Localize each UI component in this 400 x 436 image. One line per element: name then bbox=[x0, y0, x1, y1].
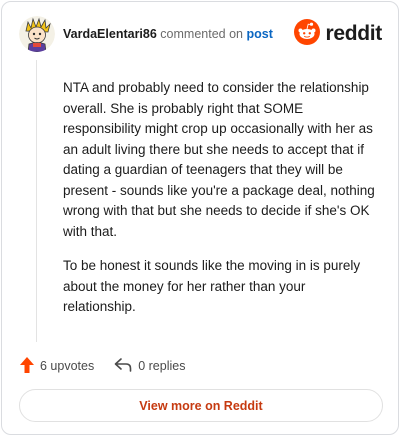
upvotes-count: 6 upvotes bbox=[40, 359, 95, 373]
user-avatar[interactable] bbox=[19, 16, 55, 52]
comment-actions: 6 upvotes 0 replies bbox=[20, 356, 185, 376]
comment-paragraph: NTA and probably need to consider the re… bbox=[63, 80, 375, 239]
reddit-logo[interactable]: reddit bbox=[294, 18, 382, 50]
comment-body: NTA and probably need to consider the re… bbox=[63, 78, 381, 332]
thread-line bbox=[36, 60, 37, 342]
replies-button[interactable]: 0 replies bbox=[114, 357, 186, 375]
view-more-button[interactable]: View more on Reddit bbox=[19, 389, 383, 422]
comment-paragraph: To be honest it sounds like the moving i… bbox=[63, 258, 361, 314]
reddit-snoo-icon bbox=[294, 18, 321, 50]
comment-header: VardaElentari86 commented on post reddit bbox=[19, 16, 384, 52]
upvote-arrow-icon bbox=[20, 356, 34, 376]
comment-meta: VardaElentari86 commented on post bbox=[63, 27, 273, 41]
commented-on-text: commented on bbox=[160, 27, 243, 41]
reddit-wordmark: reddit bbox=[325, 22, 382, 45]
embedded-comment-card: VardaElentari86 commented on post reddit bbox=[1, 1, 399, 435]
post-link[interactable]: post bbox=[246, 27, 272, 41]
reply-arrow-icon bbox=[114, 357, 132, 375]
upvotes-button[interactable]: 6 upvotes bbox=[20, 356, 95, 376]
replies-count: 0 replies bbox=[138, 359, 186, 373]
username-link[interactable]: VardaElentari86 bbox=[63, 27, 157, 41]
